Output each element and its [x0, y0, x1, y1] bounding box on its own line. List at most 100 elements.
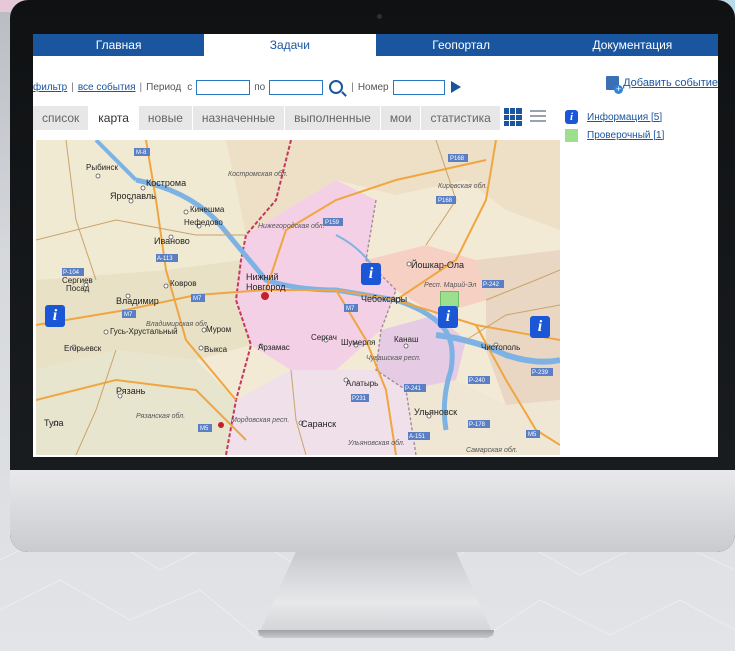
city-label: Ульяновск: [414, 407, 457, 417]
city-label: Ярославль: [110, 191, 156, 201]
tab-new[interactable]: новые: [138, 106, 192, 130]
separator: |: [71, 81, 74, 93]
date-to-input[interactable]: [269, 79, 324, 95]
map-canvas[interactable]: M-8 P168 P168 P159 A-113 P-104 M7 M7 M7 …: [36, 140, 560, 455]
region-label: Мордовская респ.: [231, 416, 289, 424]
road-label: M7: [124, 312, 133, 318]
info-marker[interactable]: i: [361, 263, 381, 285]
map-legend: i Информация [5] Проверочный [1]: [565, 108, 664, 144]
city-label: Арзамас: [258, 343, 290, 352]
city-label: Владимир: [116, 296, 159, 306]
city-label: Кинешма: [190, 205, 225, 214]
city-label: Саранск: [301, 419, 336, 429]
info-icon: i: [565, 110, 578, 124]
region-label: Чувашская респ.: [366, 355, 421, 362]
tab-assigned[interactable]: назначенные: [192, 106, 285, 130]
region-label: Респ. Марий-Эл: [424, 281, 476, 289]
city-label: Чебоксары: [361, 294, 407, 304]
to-label: по: [254, 81, 266, 93]
tab-map[interactable]: карта: [89, 106, 138, 130]
city-label: Канаш: [394, 335, 418, 344]
tab-completed[interactable]: выполненные: [285, 106, 380, 130]
road-label: P-239: [532, 370, 549, 376]
road-label: P159: [325, 220, 340, 226]
tab-list[interactable]: список: [33, 106, 89, 130]
add-event-link[interactable]: Добавить событие: [623, 77, 718, 89]
screen: Главная Задачи Геопортал Документация фи…: [33, 34, 718, 457]
region-label: Кировская обл.: [438, 182, 487, 190]
legend-info-link[interactable]: Информация [5]: [587, 112, 662, 123]
tab-mine[interactable]: мои: [380, 106, 421, 130]
city-label: Тула: [44, 418, 64, 428]
all-events-link[interactable]: все события: [78, 82, 136, 93]
nav-tab-tasks[interactable]: Задачи: [204, 34, 376, 56]
road-label: M5: [200, 426, 209, 432]
play-icon[interactable]: [450, 81, 461, 93]
city-label: Сергач: [311, 333, 337, 342]
city-label: Рыбинск: [86, 163, 119, 172]
city-label: Алатырь: [346, 379, 378, 388]
road-label: P-178: [469, 422, 486, 428]
monitor-stand: [258, 552, 494, 636]
number-input[interactable]: [392, 79, 445, 95]
road-label: P231: [352, 396, 367, 402]
top-navigation: Главная Задачи Геопортал Документация: [33, 34, 718, 56]
city-label: Йошкар-Ола: [411, 259, 464, 270]
legend-item-check[interactable]: Проверочный [1]: [565, 126, 664, 144]
city-label: Гусь-Хрустальный: [110, 327, 178, 336]
road-label: P168: [438, 198, 453, 204]
add-event-button[interactable]: Добавить событие: [606, 76, 718, 94]
info-marker[interactable]: i: [530, 316, 550, 338]
road-label: P168: [450, 156, 465, 162]
monitor-stand-base: [258, 630, 494, 638]
nav-tab-documentation[interactable]: Документация: [547, 34, 718, 56]
filter-link[interactable]: фильтр: [33, 82, 67, 93]
legend-check-link[interactable]: Проверочный [1]: [587, 130, 664, 141]
square-icon: [565, 128, 578, 142]
road-label: P-242: [483, 282, 500, 288]
city-label: Иваново: [154, 236, 190, 246]
search-icon[interactable]: [329, 80, 344, 94]
city-label: Новгород: [246, 282, 286, 292]
nav-tab-home[interactable]: Главная: [33, 34, 204, 56]
filter-bar: фильтр | все события | Период с по | Ном…: [33, 76, 718, 98]
road-label: P-240: [469, 378, 486, 384]
road-label: A-151: [409, 434, 426, 440]
period-label: Период: [146, 81, 182, 93]
info-marker[interactable]: i: [45, 305, 65, 327]
city-label: Чистополь: [481, 343, 520, 352]
city-label: Кострома: [146, 178, 186, 188]
city-label: Шумерля: [341, 338, 375, 347]
separator: |: [351, 81, 354, 93]
road-label: M7: [193, 296, 202, 302]
tab-statistics[interactable]: статистика: [421, 106, 500, 130]
separator: |: [139, 81, 143, 93]
road-label: M-8: [136, 150, 147, 156]
region-label: Нижегородская обл.: [258, 222, 325, 230]
road-label: M7: [346, 306, 355, 312]
grid-view-icon[interactable]: [504, 108, 522, 126]
list-view-icon[interactable]: [530, 110, 546, 124]
legend-item-info[interactable]: i Информация [5]: [565, 108, 664, 126]
map-view[interactable]: M-8 P168 P168 P159 A-113 P-104 M7 M7 M7 …: [36, 140, 560, 455]
check-marker[interactable]: [440, 291, 459, 307]
info-marker[interactable]: i: [438, 306, 458, 328]
road-label: M5: [528, 432, 537, 438]
region-label: Владимирская обл.: [146, 320, 209, 328]
from-label: с: [187, 81, 193, 93]
region-label: Ульяновская обл.: [347, 439, 405, 447]
city-label: Посад: [66, 284, 90, 293]
nav-tab-geoportal[interactable]: Геопортал: [376, 34, 547, 56]
date-from-input[interactable]: [196, 79, 251, 95]
city-label: Ковров: [170, 279, 197, 288]
road-label: A-113: [157, 256, 173, 262]
view-tabs: список карта новые назначенные выполненн…: [33, 106, 501, 130]
region-label: Костромская обл.: [228, 170, 288, 178]
region-label: Рязанская обл.: [136, 412, 185, 420]
road-label: P-241: [405, 386, 422, 392]
city-label: Нефедово: [184, 218, 223, 227]
number-label: Номер: [357, 81, 389, 93]
city-label: Муром: [206, 325, 231, 334]
city-label: Рязань: [116, 386, 146, 396]
region-label: Самарская обл.: [466, 446, 518, 454]
